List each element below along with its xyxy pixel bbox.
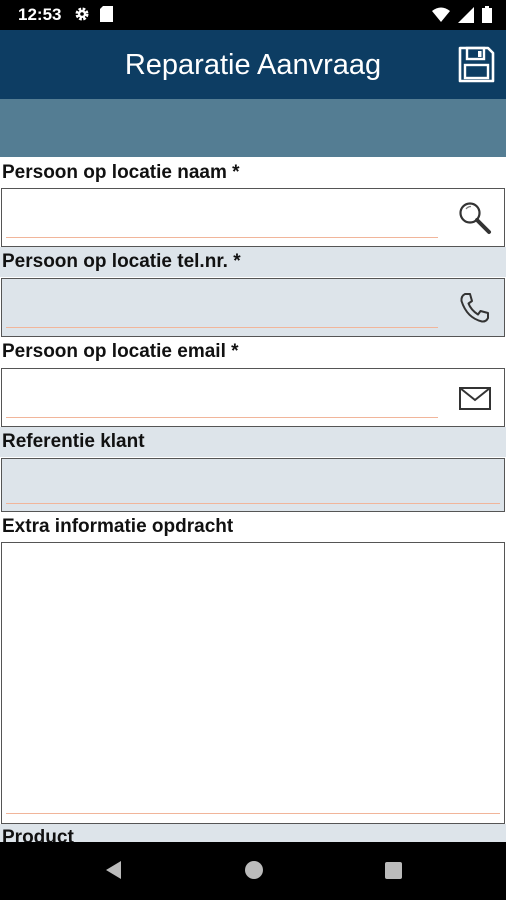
phone-icon bbox=[460, 293, 489, 323]
floppy-disk-icon bbox=[458, 46, 495, 83]
app-bar: Reparatie Aanvraag bbox=[0, 30, 506, 99]
referentie-label: Referentie klant bbox=[0, 427, 506, 457]
wifi-icon bbox=[432, 7, 450, 22]
signal-icon bbox=[458, 6, 474, 23]
subheader-band bbox=[0, 99, 506, 157]
email-send-button[interactable] bbox=[457, 380, 493, 416]
referentie-underline bbox=[6, 503, 500, 504]
status-time: 12:53 bbox=[18, 5, 62, 24]
recents-icon bbox=[385, 862, 402, 879]
battery-icon bbox=[482, 6, 492, 23]
extra-info-underline bbox=[6, 813, 500, 814]
status-bar: 12:53 bbox=[0, 0, 506, 30]
email-field[interactable] bbox=[1, 368, 505, 427]
referentie-field[interactable] bbox=[1, 458, 505, 512]
navigation-bar bbox=[0, 842, 506, 900]
telnr-label: Persoon op locatie tel.nr. * bbox=[0, 247, 506, 277]
telnr-field[interactable] bbox=[1, 278, 505, 337]
extra-info-label: Extra informatie opdracht bbox=[0, 512, 506, 542]
save-button[interactable] bbox=[456, 44, 496, 84]
search-icon bbox=[459, 202, 491, 234]
page-title: Reparatie Aanvraag bbox=[124, 49, 382, 81]
naam-field[interactable] bbox=[1, 188, 505, 247]
email-underline bbox=[6, 417, 438, 418]
sd-card-icon bbox=[100, 6, 113, 22]
naam-search-button[interactable] bbox=[457, 200, 493, 236]
home-icon bbox=[245, 861, 263, 879]
recents-button[interactable] bbox=[383, 859, 403, 886]
naam-underline bbox=[6, 237, 438, 238]
home-button[interactable] bbox=[243, 859, 265, 886]
telnr-call-button[interactable] bbox=[457, 290, 493, 326]
product-label: Product bbox=[0, 824, 506, 842]
settings-gear-icon bbox=[75, 7, 89, 21]
extra-info-textarea[interactable] bbox=[1, 542, 505, 824]
back-icon bbox=[106, 861, 121, 879]
back-button[interactable] bbox=[103, 859, 123, 886]
telnr-underline bbox=[6, 327, 438, 328]
email-label: Persoon op locatie email * bbox=[0, 337, 506, 367]
envelope-icon bbox=[459, 387, 491, 410]
naam-label: Persoon op locatie naam * bbox=[0, 158, 506, 188]
